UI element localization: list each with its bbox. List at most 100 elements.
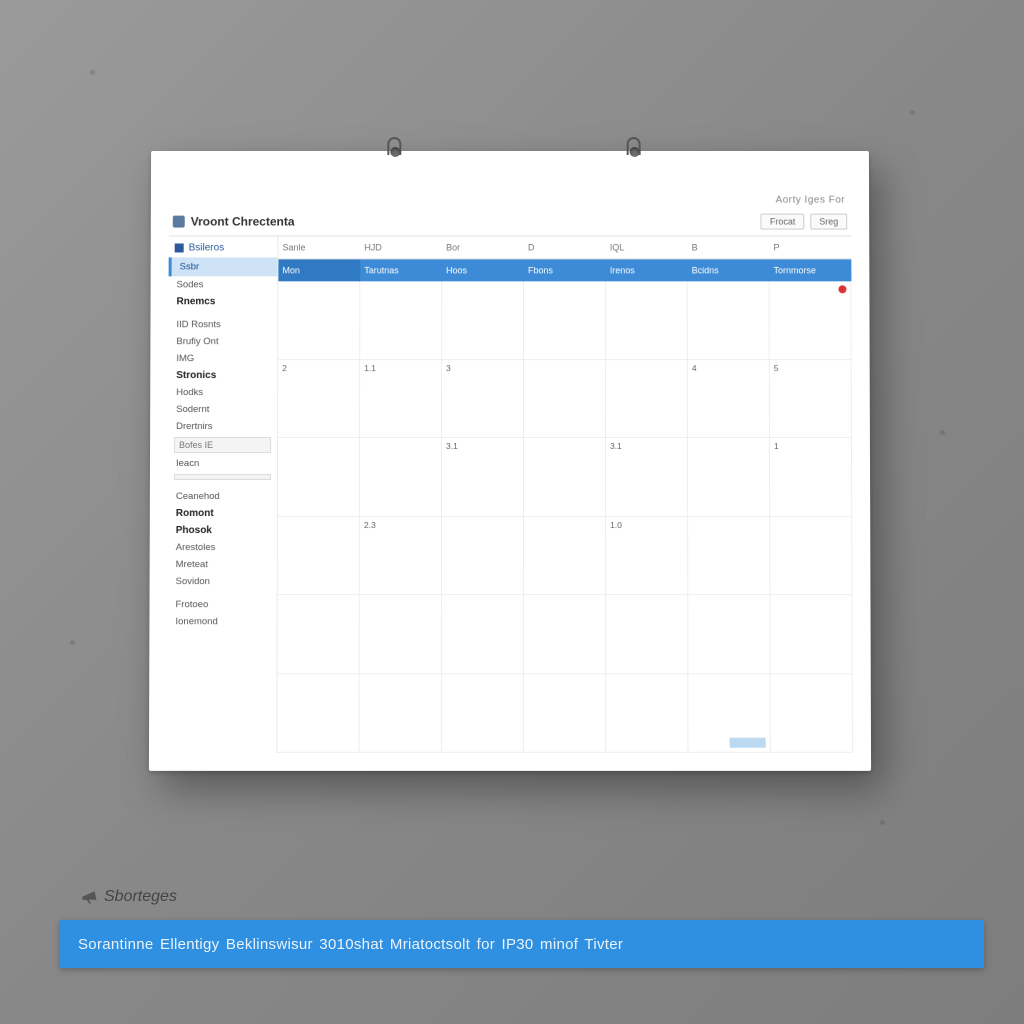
sidebar-footer-item[interactable]: Frotoeo xyxy=(167,596,276,613)
calendar-cell[interactable]: 4 xyxy=(688,360,770,438)
day-header[interactable]: Tornmorse xyxy=(769,259,851,281)
calendar-cell[interactable]: 1 xyxy=(770,438,852,517)
calendar-cell[interactable] xyxy=(606,360,688,438)
day-header[interactable]: Mon xyxy=(278,259,360,281)
sidebar-item[interactable]: Sodes xyxy=(169,276,278,293)
app-icon xyxy=(173,216,185,228)
sidebar-item[interactable]: Ceanehod xyxy=(168,488,277,505)
calendar-cell[interactable] xyxy=(278,595,360,674)
calendar-cell[interactable] xyxy=(278,517,360,596)
calendar-cell[interactable] xyxy=(277,674,359,753)
day-header[interactable]: Irenos xyxy=(606,259,688,281)
calendar-cell[interactable] xyxy=(524,674,606,753)
col-header[interactable]: HJD xyxy=(360,237,442,259)
banner-text: Sorantinne Ellentigy Beklinswisur 3010sh… xyxy=(78,936,623,953)
sidebar-item[interactable]: Mreteat xyxy=(168,556,277,573)
sidebar-boxed[interactable] xyxy=(174,474,271,480)
sidebar-item[interactable]: Rnemcs xyxy=(168,293,277,310)
sidebar-item[interactable]: IID Rosnts xyxy=(168,316,277,333)
sidebar-boxed[interactable]: Bofes IE xyxy=(174,437,271,453)
bg-speck xyxy=(880,820,885,825)
day-header-row: Mon Tarutnas Hoos Fbons Irenos Bcidns To… xyxy=(278,259,851,281)
bg-speck xyxy=(90,70,95,75)
sidebar-item[interactable]: Ieacn xyxy=(168,455,277,472)
calendar-cell[interactable] xyxy=(524,517,606,596)
calendar-cell[interactable] xyxy=(442,281,524,359)
main-area: Sanle HJD Bor D IQL B P Mon Tarutnas Hoo… xyxy=(277,237,853,753)
col-header[interactable]: B xyxy=(688,237,770,259)
calendar-cell[interactable]: 2 xyxy=(278,360,360,438)
calendar-cell[interactable]: 3.1 xyxy=(442,438,524,517)
col-header[interactable]: IQL xyxy=(606,237,688,259)
calendar-cell[interactable] xyxy=(442,595,524,674)
sidebar-checkbox-label: Bsileros xyxy=(189,242,225,253)
calendar-cell[interactable] xyxy=(688,674,770,753)
calendar-cell[interactable] xyxy=(606,595,688,674)
bg-speck xyxy=(910,110,915,115)
calendar-cell[interactable] xyxy=(688,595,770,674)
event-dot-icon xyxy=(838,285,846,293)
col-header[interactable]: D xyxy=(524,237,606,259)
calendar-cell[interactable] xyxy=(360,595,442,674)
titlebar: Vroont Chrectenta Frocat Sreg xyxy=(169,214,852,236)
bg-speck xyxy=(70,640,75,645)
calendar-cell[interactable] xyxy=(770,281,852,359)
calendar-cell[interactable] xyxy=(524,595,606,674)
secondary-button[interactable]: Sreg xyxy=(810,214,847,230)
day-header[interactable]: Tarutnas xyxy=(360,259,442,281)
calendar-cell[interactable]: 3.1 xyxy=(606,438,688,517)
calendar-cell[interactable] xyxy=(278,438,360,517)
calendar-cell[interactable] xyxy=(770,517,852,596)
calendar-cell[interactable] xyxy=(606,674,688,753)
calendar-grid: 21.13 45 3.1 3.1 1 2.3 1.0 xyxy=(277,281,853,752)
sidebar-item[interactable]: Brufiy Ont xyxy=(168,333,277,350)
calendar-cell[interactable] xyxy=(360,674,442,753)
page-meta: Aorty Iges For xyxy=(169,193,851,214)
day-header[interactable]: Hoos xyxy=(442,259,524,281)
calendar-cell[interactable] xyxy=(770,595,852,674)
calendar-cell[interactable] xyxy=(278,281,360,359)
calendar-cell[interactable] xyxy=(360,281,442,359)
calendar-cell[interactable] xyxy=(524,281,606,359)
calendar-cell[interactable] xyxy=(442,674,524,753)
sidebar-item[interactable]: Drertnirs xyxy=(168,418,277,435)
calendar-cell[interactable] xyxy=(688,281,770,359)
day-header[interactable]: Bcidns xyxy=(688,259,770,281)
checkbox-icon[interactable] xyxy=(175,243,184,252)
calendar-cell[interactable]: 2.3 xyxy=(360,517,442,596)
calendar-cell[interactable] xyxy=(524,438,606,517)
calendar-cell[interactable] xyxy=(688,438,770,517)
sidebar-footer-item[interactable]: Ionemond xyxy=(167,613,276,630)
sidebar-item[interactable]: Arestoles xyxy=(168,539,277,556)
sidebar-item[interactable]: Sodernt xyxy=(168,401,277,418)
col-header[interactable]: Sanle xyxy=(278,237,360,259)
sidebar-item[interactable]: Romont xyxy=(168,505,277,522)
binder-hole-icon xyxy=(630,147,640,157)
calendar-cell[interactable] xyxy=(442,517,524,596)
binder-hole-icon xyxy=(390,147,400,157)
sidebar-item[interactable]: Stronics xyxy=(168,367,277,384)
calendar-cell[interactable] xyxy=(688,517,770,596)
calendar-cell[interactable] xyxy=(606,281,688,359)
calendar-cell[interactable]: 5 xyxy=(770,360,852,438)
calendar-cell[interactable]: 1.1 xyxy=(360,360,442,438)
col-header[interactable]: Bor xyxy=(442,237,524,259)
calendar-cell[interactable] xyxy=(360,438,442,517)
bg-speck xyxy=(940,430,945,435)
sidebar-item[interactable]: Phosok xyxy=(168,522,277,539)
calendar-cell[interactable] xyxy=(771,674,853,753)
sidebar-item[interactable]: Sovidon xyxy=(168,573,277,590)
column-header-row: Sanle HJD Bor D IQL B P xyxy=(278,237,851,260)
sidebar-item[interactable]: IMG xyxy=(168,350,277,367)
sidebar-item-active[interactable]: Ssbr xyxy=(169,257,278,276)
sidebar-item[interactable]: Hodks xyxy=(168,384,277,401)
calendar-cell[interactable]: 1.0 xyxy=(606,517,688,596)
col-header[interactable]: P xyxy=(769,237,851,259)
sidebar-checkbox-row[interactable]: Bsileros xyxy=(169,239,278,258)
primary-button[interactable]: Frocat xyxy=(761,214,804,230)
day-header[interactable]: Fbons xyxy=(524,259,606,281)
brand-label: Sborteges xyxy=(80,888,177,906)
sidebar: Bsileros Ssbr Sodes Rnemcs IID Rosnts Br… xyxy=(167,237,278,753)
calendar-cell[interactable]: 3 xyxy=(442,360,524,438)
calendar-cell[interactable] xyxy=(524,360,606,438)
